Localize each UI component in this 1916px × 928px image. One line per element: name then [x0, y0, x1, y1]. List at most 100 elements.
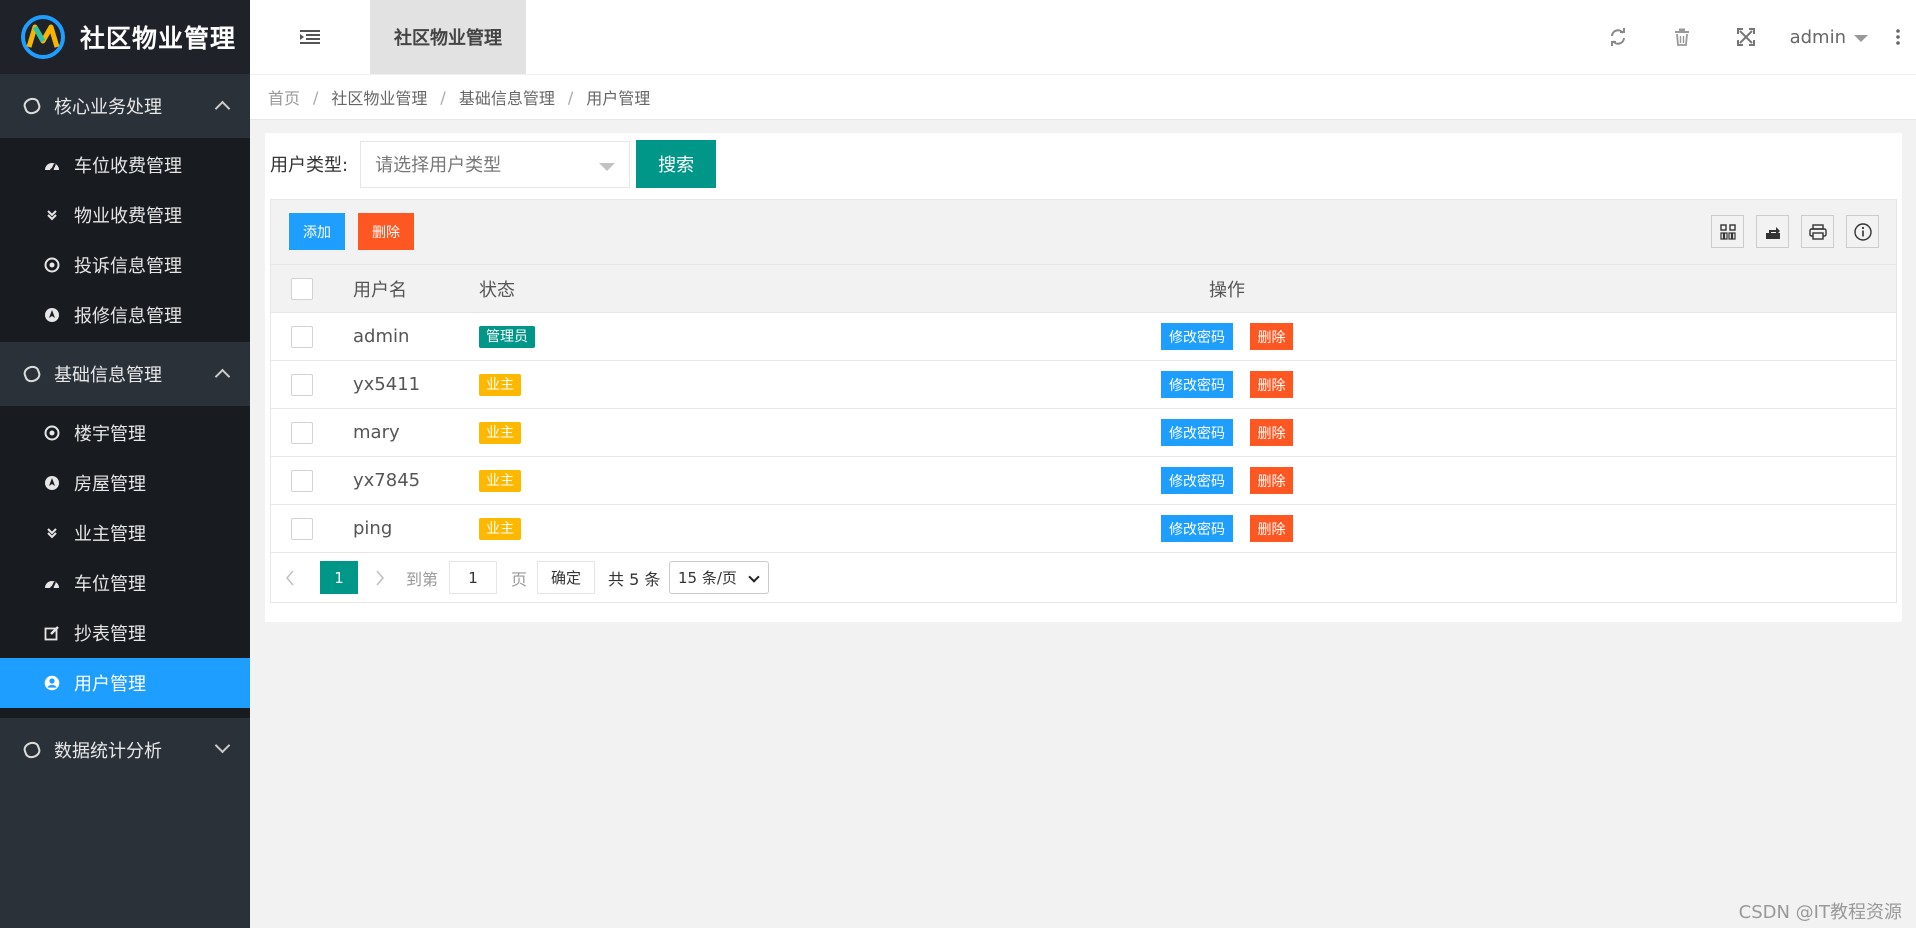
- compass-icon: [44, 307, 60, 323]
- info-button[interactable]: [1846, 215, 1879, 248]
- page-number-current[interactable]: 1: [320, 561, 358, 594]
- user-menu[interactable]: admin: [1778, 0, 1880, 74]
- status-badge: 管理员: [479, 325, 535, 348]
- delete-row-button[interactable]: 删除: [1250, 419, 1293, 446]
- sidebar-item-label: 车位管理: [74, 574, 146, 595]
- status-cell: 业主: [479, 409, 521, 456]
- menu-group-core-header[interactable]: 核心业务处理: [0, 74, 250, 138]
- goto-label: 到第: [406, 569, 439, 589]
- more-options-button[interactable]: [1880, 0, 1916, 74]
- page-jump-input[interactable]: 1: [449, 561, 497, 594]
- export-button[interactable]: [1756, 215, 1789, 248]
- compass-icon: [44, 475, 60, 491]
- add-button[interactable]: 添加: [289, 213, 345, 250]
- status-cell: 业主: [479, 505, 521, 552]
- sidebar-item-owner[interactable]: 业主管理: [0, 508, 250, 558]
- select-all-checkbox[interactable]: [291, 277, 313, 300]
- menu-group-basic: 基础信息管理 楼宇管理 房屋管理 业主管理 车位管理 抄表管理 用户管理: [0, 342, 250, 718]
- sidebar-item-label: 用户管理: [74, 674, 146, 695]
- status-cell: 业主: [479, 457, 521, 504]
- column-header-username[interactable]: 用户名: [353, 265, 407, 312]
- delete-row-button[interactable]: 删除: [1250, 371, 1293, 398]
- change-password-button[interactable]: 修改密码: [1161, 323, 1233, 350]
- row-select-cell: [291, 457, 313, 504]
- menu-group-label: 基础信息管理: [54, 365, 162, 386]
- tab-current-app[interactable]: 社区物业管理: [370, 0, 526, 74]
- row-checkbox[interactable]: [291, 421, 313, 444]
- main-card: 用户类型: 请选择用户类型 搜索 添加 删除 用户名 状态 操作 admin 管…: [265, 133, 1902, 622]
- row-checkbox[interactable]: [291, 373, 313, 396]
- row-select-cell: [291, 361, 313, 408]
- status-cell: 管理员: [479, 313, 535, 360]
- select-placeholder: 请选择用户类型: [375, 155, 502, 176]
- username-label: admin: [1789, 26, 1846, 48]
- batch-delete-button[interactable]: 删除: [358, 213, 414, 250]
- chevron-up-icon: [214, 368, 231, 385]
- table-row: yx5411 业主 修改密码 删除: [271, 361, 1896, 409]
- page-size-select[interactable]: 15 条/页: [669, 561, 769, 594]
- user-type-select[interactable]: 请选择用户类型: [360, 140, 631, 188]
- sidebar-item-property-fee[interactable]: 物业收费管理: [0, 190, 250, 240]
- sidebar-item-label: 车位收费管理: [74, 156, 182, 177]
- sidebar-item-building[interactable]: 楼宇管理: [0, 408, 250, 458]
- delete-row-button[interactable]: 删除: [1250, 323, 1293, 350]
- sidebar-item-parking[interactable]: 车位管理: [0, 558, 250, 608]
- submenu-core: 车位收费管理 物业收费管理 投诉信息管理 报修信息管理: [0, 138, 250, 342]
- sidebar-item-house[interactable]: 房屋管理: [0, 458, 250, 508]
- chevron-up-icon: [214, 100, 231, 117]
- refresh-icon: [1610, 28, 1625, 46]
- submenu-spacer: [0, 710, 250, 718]
- username-cell: yx5411: [353, 374, 421, 395]
- double-chevron-icon: [44, 525, 60, 541]
- row-select-cell: [291, 313, 313, 360]
- sidebar-item-complaint[interactable]: 投诉信息管理: [0, 240, 250, 290]
- row-checkbox[interactable]: [291, 325, 313, 348]
- sidebar-item-label: 报修信息管理: [74, 306, 182, 327]
- status-cell: 业主: [479, 361, 521, 408]
- prev-page-button[interactable]: [285, 561, 295, 594]
- sidebar-item-meter[interactable]: 抄表管理: [0, 608, 250, 658]
- username-cell: ping: [353, 518, 393, 539]
- username-cell: mary: [353, 422, 400, 443]
- username-cell: admin: [353, 326, 410, 347]
- breadcrumb-item[interactable]: 基础信息管理: [459, 85, 555, 109]
- table-header: 用户名 状态 操作: [271, 265, 1896, 313]
- change-password-button[interactable]: 修改密码: [1161, 371, 1233, 398]
- search-button[interactable]: 搜索: [636, 140, 717, 188]
- column-header-status[interactable]: 状态: [479, 265, 515, 312]
- row-checkbox[interactable]: [291, 469, 313, 492]
- fullscreen-button[interactable]: [1714, 0, 1778, 74]
- print-button[interactable]: [1801, 215, 1834, 248]
- change-password-button[interactable]: 修改密码: [1161, 515, 1233, 542]
- menu-group-basic-header[interactable]: 基础信息管理: [0, 342, 250, 406]
- change-password-button[interactable]: 修改密码: [1161, 419, 1233, 446]
- delete-row-button[interactable]: 删除: [1250, 515, 1293, 542]
- sidebar: 社区物业管理 核心业务处理 车位收费管理 物业收费管理 投诉信息管理 报修信息管…: [0, 0, 250, 928]
- menu-group-stats: 数据统计分析: [0, 718, 250, 782]
- delete-row-button[interactable]: 删除: [1250, 467, 1293, 494]
- export-icon: [1765, 226, 1780, 239]
- breadcrumb-current: 用户管理: [586, 89, 651, 108]
- double-chevron-icon: [44, 207, 60, 223]
- refresh-button[interactable]: [1586, 0, 1650, 74]
- clear-cache-button[interactable]: [1650, 0, 1714, 74]
- sidebar-toggle-button[interactable]: [250, 0, 370, 74]
- table-row: ping 业主 修改密码 删除: [271, 505, 1896, 553]
- row-checkbox[interactable]: [291, 517, 313, 540]
- change-password-button[interactable]: 修改密码: [1161, 467, 1233, 494]
- breadcrumb-item[interactable]: 社区物业管理: [331, 85, 427, 109]
- page-jump-confirm-button[interactable]: 确定: [537, 561, 595, 594]
- table-row: admin 管理员 修改密码 删除: [271, 313, 1896, 361]
- breadcrumb-home[interactable]: 首页: [268, 85, 300, 109]
- menu-group-label: 数据统计分析: [54, 741, 162, 762]
- user-circle-icon: [44, 675, 60, 691]
- page-suffix-label: 页: [511, 569, 528, 589]
- column-filter-button[interactable]: [1711, 215, 1744, 248]
- sidebar-item-parking-fee[interactable]: 车位收费管理: [0, 140, 250, 190]
- sidebar-item-users[interactable]: 用户管理: [0, 658, 250, 708]
- menu-group-stats-header[interactable]: 数据统计分析: [0, 718, 250, 782]
- username-cell: yx7845: [353, 470, 421, 491]
- search-form: 用户类型: 请选择用户类型 搜索: [270, 140, 717, 188]
- sidebar-item-repair[interactable]: 报修信息管理: [0, 290, 250, 340]
- next-page-button[interactable]: [375, 561, 385, 594]
